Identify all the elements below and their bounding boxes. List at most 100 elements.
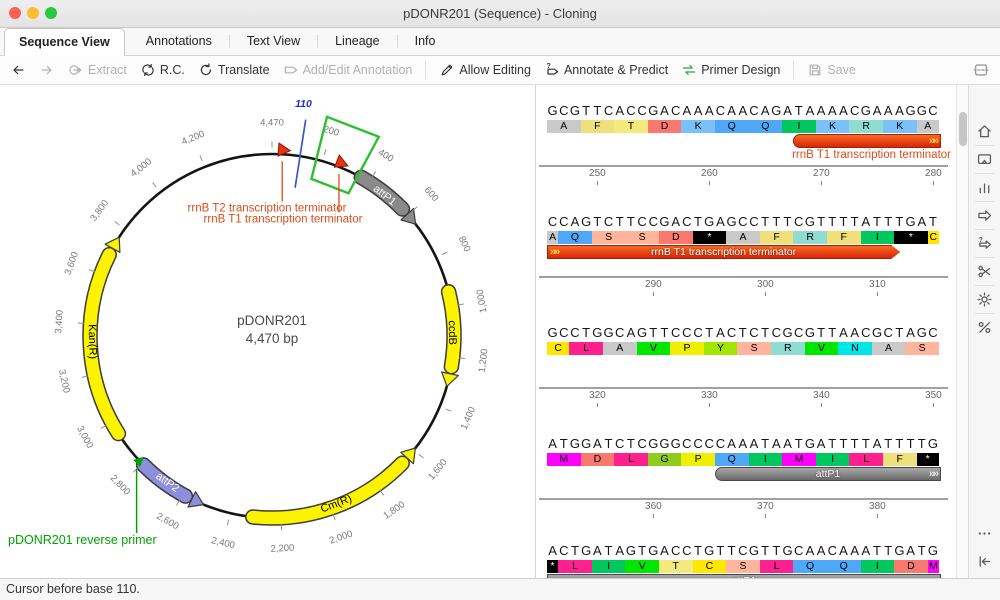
dna-base[interactable]: G <box>704 543 715 559</box>
dna-base[interactable]: C <box>748 103 759 119</box>
dna-base[interactable]: T <box>894 325 905 341</box>
dna-base[interactable]: C <box>748 325 759 341</box>
dna-base[interactable]: T <box>782 214 793 230</box>
dna-base[interactable]: C <box>637 214 648 230</box>
dna-base[interactable]: T <box>614 214 625 230</box>
dna-base[interactable]: T <box>827 436 838 452</box>
dna-base[interactable]: C <box>715 436 726 452</box>
dna-base[interactable]: G <box>748 543 759 559</box>
dna-base[interactable]: T <box>771 543 782 559</box>
dna-base[interactable]: C <box>726 325 737 341</box>
dna-base[interactable]: C <box>547 214 558 230</box>
dna-base[interactable]: G <box>804 214 815 230</box>
dna-base[interactable]: A <box>547 543 558 559</box>
dna-base[interactable]: A <box>737 436 748 452</box>
collapse-panel-button[interactable] <box>976 551 993 572</box>
dna-base[interactable]: G <box>569 436 580 452</box>
dna-base[interactable]: A <box>659 543 670 559</box>
dna-base[interactable]: A <box>816 543 827 559</box>
dna-base[interactable]: G <box>648 436 659 452</box>
dna-base[interactable]: G <box>916 103 927 119</box>
dna-base[interactable]: G <box>637 325 648 341</box>
annotation-bar-attp1[interactable]: attP1»» <box>715 467 941 481</box>
dna-base[interactable]: C <box>681 543 692 559</box>
dna-base[interactable]: C <box>849 103 860 119</box>
dna-base[interactable]: C <box>670 543 681 559</box>
dna-base[interactable]: A <box>726 436 737 452</box>
dna-base[interactable]: C <box>737 214 748 230</box>
dna-base[interactable]: A <box>592 436 603 452</box>
dna-base[interactable]: A <box>704 103 715 119</box>
dna-base[interactable]: C <box>681 436 692 452</box>
dna-base[interactable]: A <box>916 214 927 230</box>
dna-base[interactable]: C <box>692 325 703 341</box>
tab-lineage[interactable]: Lineage <box>321 28 394 55</box>
dna-base[interactable]: A <box>894 103 905 119</box>
dna-base[interactable]: T <box>592 214 603 230</box>
settings-button[interactable] <box>976 289 993 310</box>
plasmid-map[interactable]: attP1ccdBCm(R)attP2Kan(R)2004006008001,0… <box>0 85 536 578</box>
dna-base[interactable]: G <box>860 103 871 119</box>
dna-base[interactable]: T <box>827 325 838 341</box>
dna-base[interactable]: C <box>927 325 938 341</box>
dna-base[interactable]: G <box>547 103 558 119</box>
dna-base[interactable]: A <box>883 103 894 119</box>
dna-base[interactable]: G <box>927 436 938 452</box>
dna-base[interactable]: A <box>827 103 838 119</box>
dna-base[interactable]: C <box>670 325 681 341</box>
dna-base[interactable]: T <box>692 214 703 230</box>
sequence-row[interactable]: GCGTTCACCGACAAACAACAGATAAAACGAAAGGCAFTDK… <box>537 103 956 214</box>
dna-base[interactable]: C <box>927 103 938 119</box>
dna-base[interactable]: G <box>659 436 670 452</box>
dna-base[interactable]: C <box>793 325 804 341</box>
dna-base[interactable]: G <box>927 543 938 559</box>
dna-base[interactable]: A <box>614 543 625 559</box>
dna-base[interactable]: T <box>558 436 569 452</box>
dna-base[interactable]: A <box>871 436 882 452</box>
dna-base[interactable]: T <box>894 214 905 230</box>
dna-base[interactable]: G <box>726 214 737 230</box>
tab-sequence-view[interactable]: Sequence View <box>4 28 125 56</box>
dna-base[interactable]: T <box>692 543 703 559</box>
dna-base[interactable]: T <box>838 436 849 452</box>
dna-base[interactable]: C <box>648 214 659 230</box>
dna-base[interactable]: A <box>860 543 871 559</box>
dna-base[interactable]: A <box>760 103 771 119</box>
dna-base[interactable]: A <box>804 543 815 559</box>
dna-base[interactable]: A <box>871 103 882 119</box>
dna-base[interactable]: C <box>569 325 580 341</box>
dna-base[interactable]: C <box>637 436 648 452</box>
dna-base[interactable]: A <box>816 103 827 119</box>
dna-base[interactable]: C <box>558 103 569 119</box>
terminator-marker[interactable] <box>335 155 348 167</box>
dna-base[interactable]: A <box>804 103 815 119</box>
dna-base[interactable]: T <box>592 103 603 119</box>
dna-base[interactable]: A <box>905 325 916 341</box>
dna-base[interactable]: C <box>637 103 648 119</box>
dna-base[interactable]: T <box>704 325 715 341</box>
dna-base[interactable]: T <box>581 325 592 341</box>
dna-base[interactable]: T <box>883 214 894 230</box>
more-button[interactable] <box>976 523 993 544</box>
dna-base[interactable]: G <box>804 436 815 452</box>
dna-base[interactable]: A <box>849 543 860 559</box>
dna-base[interactable]: C <box>692 436 703 452</box>
dna-base[interactable]: T <box>760 436 771 452</box>
dna-base[interactable]: T <box>793 103 804 119</box>
dna-base[interactable]: A <box>670 214 681 230</box>
dna-base[interactable]: G <box>648 543 659 559</box>
dna-base[interactable]: C <box>558 543 569 559</box>
annotation-bar[interactable]: »» <box>793 134 941 148</box>
dna-base[interactable]: G <box>581 436 592 452</box>
dna-base[interactable]: C <box>715 103 726 119</box>
dna-base[interactable]: C <box>883 325 894 341</box>
back-button[interactable] <box>10 62 26 78</box>
restriction-sites-button[interactable] <box>976 261 993 282</box>
dna-base[interactable]: A <box>715 325 726 341</box>
dna-base[interactable]: T <box>569 543 580 559</box>
dna-base[interactable]: A <box>614 103 625 119</box>
dna-base[interactable]: C <box>793 543 804 559</box>
dna-base[interactable]: A <box>782 103 793 119</box>
home-button[interactable] <box>976 121 993 142</box>
annotation-bar-rrnb-t1-transcription-terminator[interactable]: rrnB T1 transcription terminator»» <box>547 245 900 259</box>
